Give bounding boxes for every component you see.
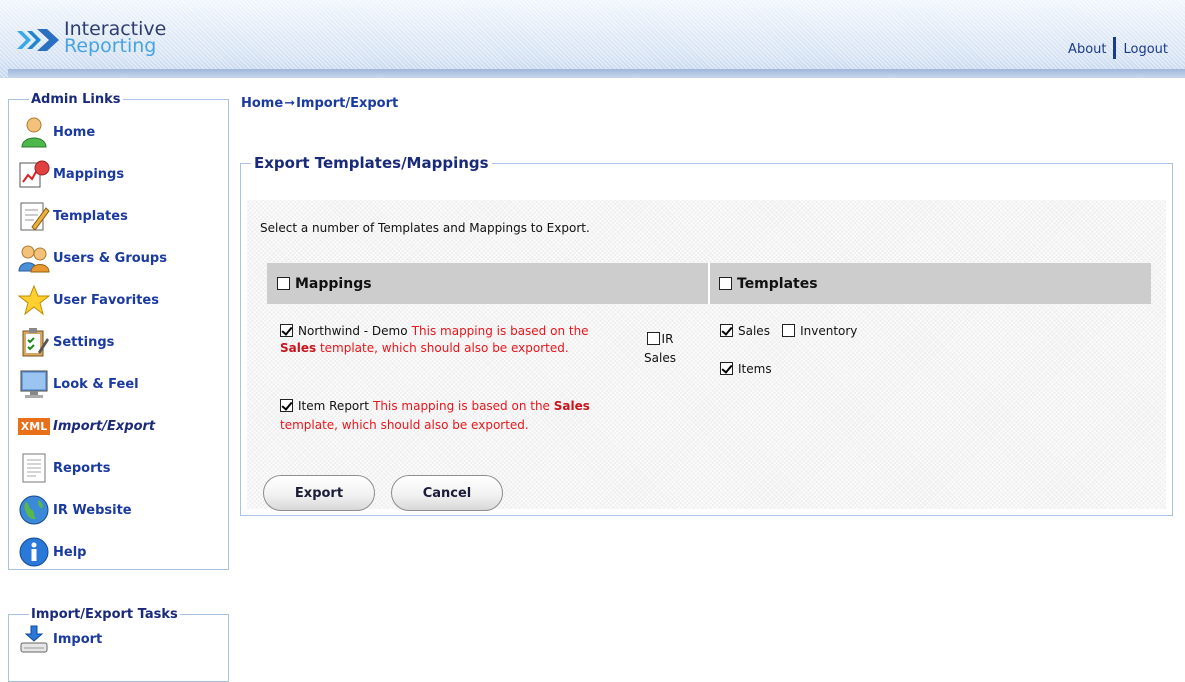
info-icon [17,535,51,569]
home-user-icon [17,115,51,149]
sidebar-item-home[interactable]: Home [17,111,228,153]
sidebar-item-look-feel[interactable]: Look & Feel [17,363,228,405]
sidebar-item-label: Users & Groups [53,250,167,266]
mappings-select-all-checkbox[interactable] [277,277,290,290]
warning-text: template, which should also be exported. [316,341,569,355]
mapping-checkbox-northwind-demo[interactable] [280,324,293,337]
export-panel-title: Export Templates/Mappings [254,154,489,172]
breadcrumb-current: Import/Export [296,96,399,111]
export-panel-body: Select a number of Templates and Mapping… [247,200,1166,511]
monitor-icon [17,367,51,401]
admin-links-title: Admin Links [31,92,121,107]
admin-links-panel: Admin Links Home Mappings Templates User… [8,92,229,570]
users-groups-icon [17,241,51,275]
star-icon [17,283,51,317]
tasks-title: Import/Export Tasks [31,607,178,622]
logo-text-reporting: Reporting [64,35,157,57]
mapping-name: Northwind - Demo [298,324,408,338]
sidebar-item-label: Reports [53,460,111,476]
warning-template-name: Sales [553,399,590,413]
template-checkbox-sales[interactable] [720,324,733,337]
sidebar-item-users-groups[interactable]: Users & Groups [17,237,228,279]
xml-icon: XML [17,409,51,443]
import-export-tasks-panel: Import/Export Tasks Import [8,607,229,682]
template-name: Sales [738,324,770,338]
sidebar-item-mappings[interactable]: Mappings [17,153,228,195]
sidebar-item-ir-website[interactable]: IR Website [17,489,228,531]
about-link[interactable]: About [1068,42,1106,57]
mappings-header: Mappings [277,263,372,304]
templates-header: Templates [719,263,818,304]
template-checkbox-inventory[interactable] [782,324,796,337]
logout-link[interactable]: Logout [1123,42,1168,57]
export-instructions: Select a number of Templates and Mapping… [260,221,590,235]
templates-icon [17,199,51,233]
breadcrumb: Home➞Import/Export [241,96,398,111]
sidebar-item-user-favorites[interactable]: User Favorites [17,279,228,321]
app-header: Interactive Reporting About Logout [0,0,1185,78]
sidebar-item-help[interactable]: Help [17,531,228,573]
mapping-item: IR Sales [638,330,682,368]
cancel-button[interactable]: Cancel [391,475,503,511]
sidebar-item-label: User Favorites [53,292,159,308]
sidebar-item-label: Settings [53,334,115,350]
task-item-import[interactable]: Import [17,622,228,656]
sidebar-item-templates[interactable]: Templates [17,195,228,237]
mappings-icon [17,157,51,191]
sidebar-item-label: Mappings [53,166,125,182]
sidebar-item-label: Templates [53,208,128,224]
mapping-item: Item Report This mapping is based on the… [280,397,630,435]
templates-select-all-checkbox[interactable] [719,277,732,290]
mapping-item: Northwind - Demo This mapping is based o… [280,323,625,357]
sidebar-item-label: IR Website [53,502,132,518]
template-row: Items [720,362,772,377]
sidebar-item-import-export[interactable]: XML Import/Export [17,405,228,447]
export-panel: Export Templates/Mappings Select a numbe… [240,154,1173,516]
template-row: Sales Inventory [720,324,857,339]
warning-text: This mapping is based on the [411,324,589,338]
sidebar-item-label: Help [53,544,87,560]
sidebar-item-settings[interactable]: Settings [17,321,228,363]
settings-clipboard-icon [17,325,51,359]
templates-header-label: Templates [737,275,818,292]
sidebar-item-reports[interactable]: Reports [17,447,228,489]
top-links: About Logout [1068,37,1168,59]
sidebar-item-label: Home [53,124,96,140]
mappings-header-label: Mappings [295,275,372,292]
warning-text: This mapping is based on the [373,399,554,413]
sidebar-item-label: Import [53,631,103,647]
sidebar-item-label: Import/Export [53,418,156,434]
export-button[interactable]: Export [263,475,375,511]
template-name: Items [738,362,772,376]
app-logo[interactable]: Interactive Reporting [17,17,202,65]
export-table-header: Mappings Templates [267,263,1151,304]
logo-arrows-icon [17,29,59,51]
mapping-name: Item Report [298,399,369,413]
column-divider [708,263,710,304]
breadcrumb-home-link[interactable]: Home [241,96,283,111]
mapping-checkbox-item-report[interactable] [280,399,293,412]
header-bar [8,69,1185,78]
xml-badge: XML [17,417,51,435]
reports-icon [17,451,51,485]
import-icon [17,622,51,656]
sidebar-item-label: Look & Feel [53,376,139,392]
breadcrumb-arrow-icon: ➞ [284,96,296,111]
top-links-divider [1113,37,1117,59]
template-checkbox-items[interactable] [720,362,733,375]
warning-template-name: Sales [280,341,317,355]
mapping-checkbox-ir-sales[interactable] [646,332,660,345]
globe-icon [17,493,51,527]
warning-text: template, which should also be exported. [280,418,529,432]
template-name: Inventory [800,324,858,338]
